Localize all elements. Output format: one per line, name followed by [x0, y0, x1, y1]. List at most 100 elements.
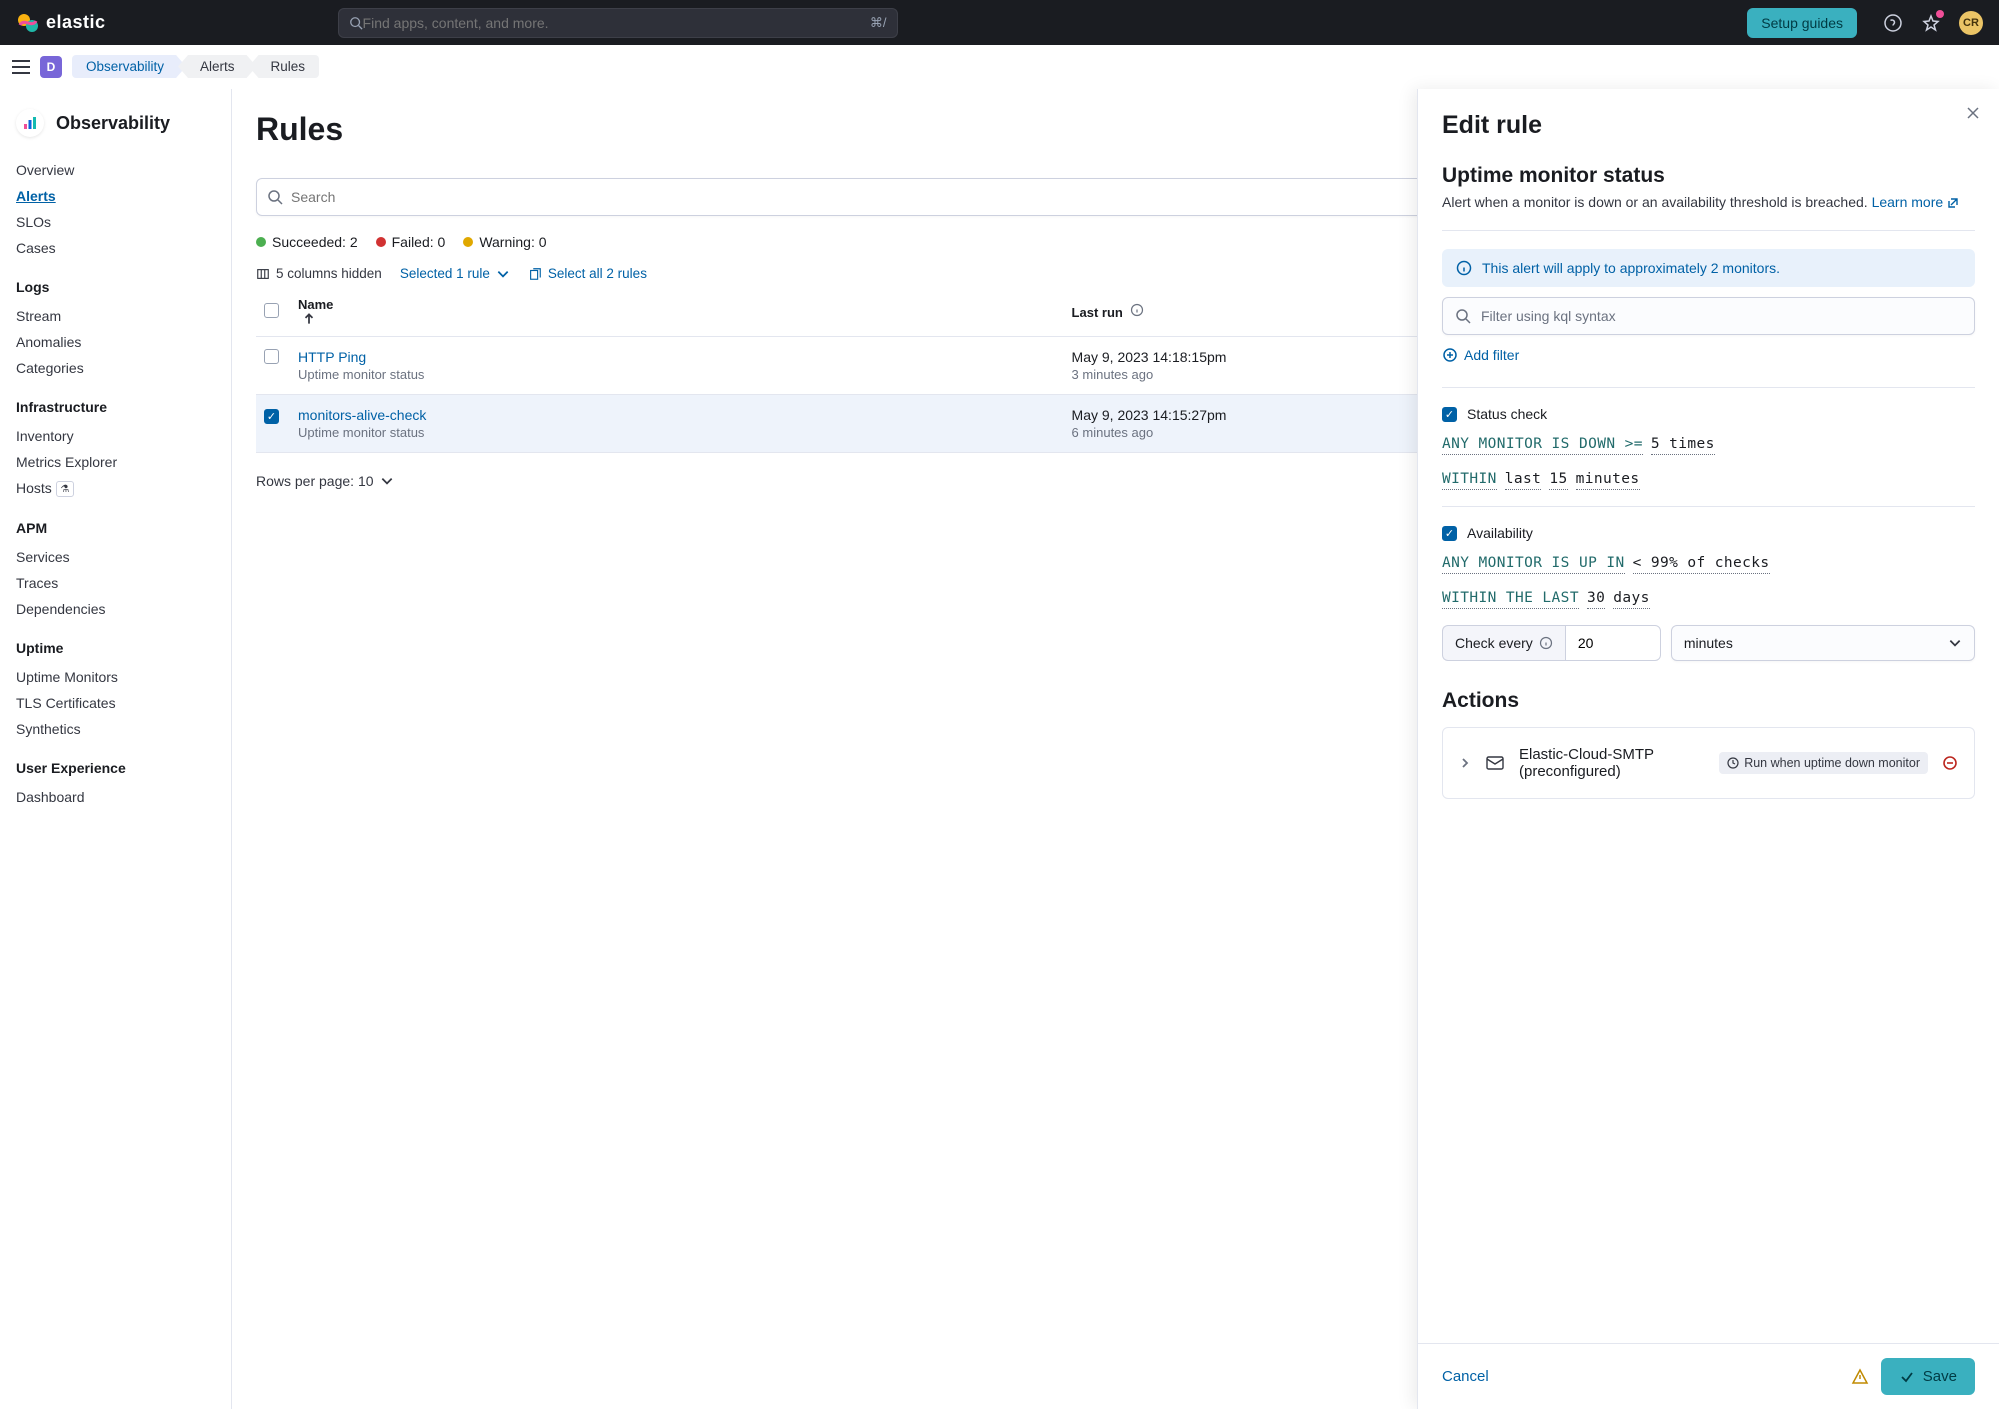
- rule-type-label: Uptime monitor status: [298, 425, 1056, 440]
- sidebar-item[interactable]: Anomalies: [16, 329, 215, 355]
- plus-circle-icon: [1442, 347, 1458, 363]
- action-card: Elastic-Cloud-SMTP (preconfigured) Run w…: [1442, 727, 1975, 799]
- flyout-footer: Cancel Save: [1418, 1343, 1999, 1409]
- sort-asc-icon: [302, 312, 316, 326]
- sidebar-item[interactable]: Categories: [16, 355, 215, 381]
- breadcrumb-item[interactable]: Rules: [249, 55, 320, 78]
- learn-more-link[interactable]: Learn more: [1872, 194, 1959, 210]
- sidebar-item[interactable]: Dependencies: [16, 596, 215, 622]
- close-icon: [1965, 105, 1981, 121]
- sidebar-item[interactable]: Overview: [16, 157, 215, 183]
- sidebar-item[interactable]: Services: [16, 544, 215, 570]
- sidebar-heading: Logs: [16, 279, 215, 295]
- beta-badge-icon: ⚗: [56, 481, 74, 497]
- sidebar-item[interactable]: Synthetics: [16, 716, 215, 742]
- rule-name-link[interactable]: HTTP Ping: [298, 349, 1056, 365]
- sidebar-item[interactable]: Hosts⚗: [16, 475, 215, 502]
- logo-text: elastic: [46, 12, 106, 33]
- save-button[interactable]: Save: [1881, 1358, 1975, 1395]
- check-icon: [1899, 1369, 1915, 1385]
- remove-action-button[interactable]: [1942, 755, 1958, 771]
- edit-rule-flyout: Edit rule Uptime monitor status Alert wh…: [1417, 89, 1999, 1409]
- global-search-input[interactable]: [363, 15, 870, 31]
- status-check-within: WITHIN last 15 minutes: [1442, 471, 1975, 490]
- actions-heading: Actions: [1442, 689, 1975, 713]
- rule-name-link[interactable]: monitors-alive-check: [298, 407, 1056, 423]
- chevron-down-icon: [380, 474, 394, 488]
- search-icon: [267, 189, 283, 205]
- action-run-when-badge[interactable]: Run when uptime down monitor: [1719, 752, 1928, 774]
- rule-type-label: Uptime monitor status: [298, 367, 1056, 382]
- sidebar-item[interactable]: Cases: [16, 235, 215, 261]
- sidebar-item[interactable]: Stream: [16, 303, 215, 329]
- sidebar: Observability OverviewAlertsSLOsCases Log…: [0, 89, 232, 1409]
- check-every-input[interactable]: [1565, 625, 1661, 661]
- chevron-down-icon: [496, 267, 510, 281]
- status-check-checkbox[interactable]: [1442, 407, 1457, 422]
- email-icon: [1485, 753, 1505, 773]
- space-badge[interactable]: D: [40, 56, 62, 78]
- rule-type-title: Uptime monitor status: [1442, 164, 1975, 188]
- availability-expression: ANY MONITOR IS UP IN < 99% of checks: [1442, 555, 1975, 574]
- nav-toggle-icon[interactable]: [12, 60, 30, 74]
- cancel-button[interactable]: Cancel: [1442, 1368, 1489, 1385]
- availability-checkbox[interactable]: [1442, 526, 1457, 541]
- elastic-logo-icon: [16, 11, 40, 35]
- clock-icon: [1727, 757, 1739, 769]
- sidebar-heading: Infrastructure: [16, 399, 215, 415]
- search-icon: [349, 16, 363, 30]
- sidebar-heading: User Experience: [16, 760, 215, 776]
- warning-icon[interactable]: [1851, 1368, 1869, 1386]
- info-icon: [1130, 303, 1144, 317]
- sub-nav: D Observability Alerts Rules: [0, 45, 1999, 89]
- row-checkbox[interactable]: [264, 349, 279, 364]
- external-link-icon: [1947, 197, 1959, 209]
- close-flyout-button[interactable]: [1965, 105, 1981, 121]
- select-all-checkbox[interactable]: [264, 303, 279, 318]
- check-every-unit-select[interactable]: minutes: [1671, 625, 1975, 661]
- setup-guides-button[interactable]: Setup guides: [1747, 8, 1857, 38]
- notification-badge: [1936, 10, 1944, 18]
- expand-action-button[interactable]: [1459, 757, 1471, 769]
- observability-icon: [16, 109, 44, 137]
- pages-icon: [528, 267, 542, 281]
- sidebar-item[interactable]: Alerts: [16, 183, 215, 209]
- sidebar-item[interactable]: Metrics Explorer: [16, 449, 215, 475]
- sidebar-item[interactable]: Uptime Monitors: [16, 664, 215, 690]
- availability-label: Availability: [1467, 525, 1533, 541]
- flyout-title: Edit rule: [1442, 111, 1975, 140]
- sidebar-heading: APM: [16, 520, 215, 536]
- columns-icon: [256, 267, 270, 281]
- sidebar-item[interactable]: Traces: [16, 570, 215, 596]
- kql-filter-input[interactable]: Filter using kql syntax: [1442, 297, 1975, 335]
- breadcrumb-item[interactable]: Alerts: [178, 55, 257, 78]
- select-all-button[interactable]: Select all 2 rules: [528, 266, 647, 281]
- minus-circle-icon: [1942, 755, 1958, 771]
- info-icon: [1539, 636, 1553, 650]
- help-icon[interactable]: [1883, 13, 1903, 33]
- breadcrumb-item[interactable]: Observability: [72, 55, 186, 78]
- chevron-down-icon: [1948, 636, 1962, 650]
- newsfeed-icon[interactable]: [1921, 13, 1941, 33]
- row-checkbox[interactable]: [264, 409, 279, 424]
- selected-rules-button[interactable]: Selected 1 rule: [400, 266, 510, 281]
- columns-hidden-button[interactable]: 5 columns hidden: [256, 266, 382, 281]
- sidebar-item[interactable]: TLS Certificates: [16, 690, 215, 716]
- logo[interactable]: elastic: [16, 11, 106, 35]
- search-icon: [1455, 308, 1471, 324]
- add-filter-button[interactable]: Add filter: [1442, 347, 1975, 363]
- action-name: Elastic-Cloud-SMTP (preconfigured): [1519, 746, 1705, 780]
- sidebar-title: Observability: [16, 109, 215, 137]
- chevron-right-icon: [1459, 757, 1471, 769]
- check-every-label: Check every: [1442, 625, 1565, 661]
- status-check-expression: ANY MONITOR IS DOWN >= 5 times: [1442, 436, 1975, 455]
- sidebar-item[interactable]: Inventory: [16, 423, 215, 449]
- column-name[interactable]: Name: [290, 287, 1064, 337]
- sidebar-item[interactable]: Dashboard: [16, 784, 215, 810]
- user-avatar[interactable]: CR: [1959, 11, 1983, 35]
- sidebar-item[interactable]: SLOs: [16, 209, 215, 235]
- status-check-label: Status check: [1467, 406, 1547, 422]
- breadcrumb: Observability Alerts Rules: [72, 55, 319, 78]
- sidebar-heading: Uptime: [16, 640, 215, 656]
- global-search[interactable]: ⌘/: [338, 8, 898, 38]
